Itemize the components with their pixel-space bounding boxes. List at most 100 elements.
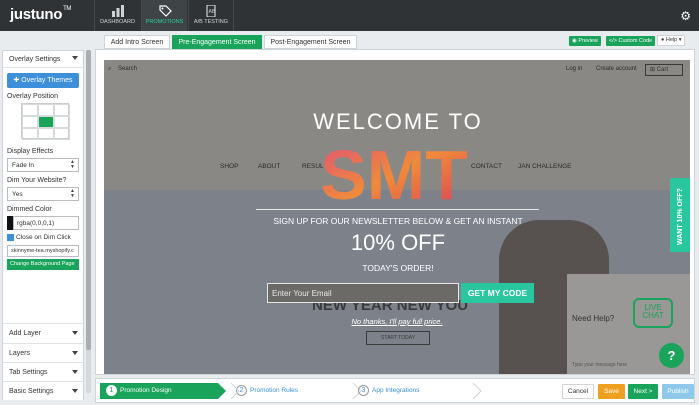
settings-panel: Overlay Settings ✚ Overlay Themes Overla… — [2, 50, 84, 400]
side-tab-label: WANT 10% OFF? — [677, 188, 684, 245]
dimmed-color-input[interactable]: rgba(0,0,0,1) — [13, 216, 79, 230]
display-effects-select[interactable]: Fade In ▲ ▼ — [7, 158, 79, 172]
overlay-themes-button[interactable]: ✚ Overlay Themes — [7, 73, 79, 88]
basic-settings-label: Basic Settings — [9, 388, 54, 395]
caret-down-icon — [72, 331, 78, 335]
preview-label: Preview — [578, 38, 598, 44]
want-discount-side-tab[interactable]: WANT 10% OFF? — [670, 178, 690, 252]
display-effects-label: Display Effects — [7, 148, 54, 155]
wizard-footer: 1 Promotion Design 2 Promotion Rules 3 App … — [95, 378, 695, 403]
caret-down-icon — [72, 389, 78, 393]
nav-dashboard-label: DASHBOARD — [100, 19, 135, 25]
select-arrows-icon: ▲ ▼ — [70, 159, 75, 170]
logo-tm: TM — [63, 6, 72, 12]
promotion-overlay: WELCOME TO SMT SIGN UP FOR OUR NEWSLETTE… — [104, 60, 690, 374]
position-bottom-left[interactable] — [22, 128, 38, 140]
chevron-right-icon — [230, 383, 240, 399]
close-on-dim-label: Close on Dim Click — [16, 234, 71, 241]
help-dropdown[interactable]: ● Help ▾ — [657, 35, 686, 46]
caret-down-icon — [72, 370, 78, 374]
nav-promotions[interactable]: PROMOTIONS — [141, 0, 187, 31]
dimmed-color-picker[interactable]: rgba(0,0,0,1) — [7, 216, 79, 230]
step-app-integrations[interactable]: 3 App Integrations — [358, 383, 419, 399]
no-thanks-link[interactable]: No thanks, I'll pay full price. — [104, 317, 690, 326]
cancel-button[interactable]: Cancel — [562, 384, 594, 399]
dim-website-label: Dim Your Website? — [7, 177, 67, 184]
popup-signup-text[interactable]: SIGN UP FOR OUR NEWSLETTER BELOW & GET A… — [104, 216, 692, 226]
overlay-themes-label: Overlay Themes — [21, 77, 73, 84]
preview-button[interactable]: ◉ Preview — [569, 36, 601, 46]
tab-settings-section[interactable]: Tab Settings — [3, 362, 83, 381]
smt-brand-text: SMT — [322, 136, 467, 207]
ab-flask-icon: AB — [206, 5, 216, 17]
gear-icon[interactable]: ⚙ — [680, 9, 691, 23]
step-promotion-rules[interactable]: 2 Promotion Rules — [236, 383, 298, 399]
display-effects-value: Fade In — [12, 162, 35, 169]
tag-icon — [158, 5, 172, 17]
help-bubble-icon[interactable]: ? — [659, 343, 684, 368]
nav-ab-testing[interactable]: AB A/B TESTING — [188, 0, 234, 31]
close-on-dim-checkbox[interactable] — [7, 234, 14, 241]
position-middle-left[interactable] — [22, 116, 38, 128]
popup-email-input[interactable]: Enter Your Email — [267, 283, 459, 303]
logo-text: justuno — [10, 6, 63, 23]
nav-dashboard[interactable]: DASHBOARD — [94, 0, 140, 31]
basic-settings-section[interactable]: Basic Settings — [3, 381, 83, 400]
position-top-center[interactable] — [38, 104, 54, 116]
position-center[interactable] — [38, 116, 54, 128]
position-top-left[interactable] — [22, 104, 38, 116]
overlay-position-label: Overlay Position — [7, 93, 58, 100]
help-label: Help — [665, 37, 678, 43]
tab-pre-engagement-screen[interactable]: Pre-Engagement Screen — [172, 35, 262, 49]
overlay-settings-title: Overlay Settings — [9, 56, 61, 63]
get-my-code-button[interactable]: GET MY CODE — [461, 283, 534, 303]
step-label: Promotion Rules — [250, 387, 299, 394]
dim-website-value: Yes — [12, 191, 23, 198]
tab-add-intro-screen[interactable]: Add Intro Screen — [104, 35, 170, 49]
add-layer-section[interactable]: Add Layer — [3, 323, 83, 342]
svg-text:AB: AB — [209, 9, 216, 15]
save-button[interactable]: Save — [598, 384, 625, 399]
add-layer-label: Add Layer — [9, 330, 41, 337]
popup-welcome-heading[interactable]: WELCOME TO — [104, 109, 692, 135]
step-number: 1 — [106, 384, 117, 396]
popup-discount-text[interactable]: 10% OFF — [104, 230, 692, 256]
step-number: 3 — [358, 384, 369, 396]
close-on-dim-checkbox-row[interactable]: Close on Dim Click — [7, 234, 83, 241]
nav-promotions-label: PROMOTIONS — [145, 19, 184, 25]
scrollbar-thumb[interactable] — [86, 50, 91, 350]
bar-chart-icon — [111, 5, 124, 17]
step-promotion-design[interactable]: 1 Promotion Design — [100, 383, 226, 399]
layers-label: Layers — [9, 350, 31, 357]
caret-down-icon — [72, 351, 78, 355]
popup-divider — [256, 209, 539, 210]
popup-today-text[interactable]: TODAY'S ORDER! — [104, 263, 692, 273]
justuno-logo[interactable]: justunoTM — [10, 6, 71, 23]
position-middle-right[interactable] — [54, 116, 70, 128]
select-arrows-icon: ▲ ▼ — [70, 188, 75, 199]
layers-section[interactable]: Layers — [3, 343, 83, 362]
change-background-page-button[interactable]: Change Background Page — [7, 259, 79, 270]
custom-code-label: Custom Code — [618, 38, 653, 44]
nav-ab-label: A/B TESTING — [193, 19, 229, 25]
smt-brand-logo[interactable]: SMT — [322, 135, 467, 207]
next-button[interactable]: Next > — [628, 384, 658, 399]
dimmed-color-label: Dimmed Color — [7, 206, 52, 213]
chevron-right-icon — [472, 383, 482, 399]
caret-down-icon — [72, 56, 78, 60]
chevron-down-icon: ▾ — [677, 37, 682, 43]
tab-settings-label: Tab Settings — [9, 369, 48, 376]
step-label: App Integrations — [372, 387, 420, 394]
publish-button[interactable]: Publish — [662, 384, 694, 399]
position-top-right[interactable] — [54, 104, 70, 116]
custom-code-button[interactable]: </> Custom Code — [606, 36, 656, 46]
position-bottom-center[interactable] — [38, 128, 54, 140]
step-label: Promotion Design — [120, 387, 172, 394]
tab-post-engagement-screen[interactable]: Post-Engagement Screen — [264, 35, 357, 49]
overlay-position-grid — [21, 103, 70, 140]
panel-scrollbar[interactable] — [86, 50, 91, 393]
position-bottom-right[interactable] — [54, 128, 70, 140]
dim-website-select[interactable]: Yes ▲ ▼ — [7, 187, 79, 201]
background-page-url-input[interactable]: skinnyme-tea.myshopify.c — [7, 245, 79, 257]
overlay-settings-header[interactable]: Overlay Settings — [3, 51, 83, 68]
